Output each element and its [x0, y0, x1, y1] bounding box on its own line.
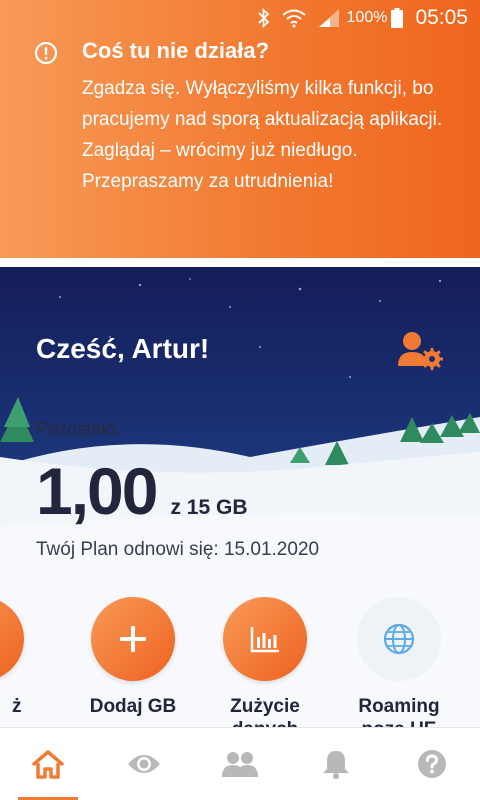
bottom-navigation — [0, 727, 480, 800]
quick-actions: ż Dodaj GB Zużycie danych — [0, 597, 480, 727]
nav-view[interactable] — [96, 728, 192, 800]
clock: 05:05 — [415, 6, 468, 29]
plan-summary-card: Cześć, Artur! Pozostało: 1,00 z 15 GB Tw… — [0, 267, 480, 727]
action-partial[interactable]: ż — [0, 597, 42, 718]
action-label: ż — [12, 696, 22, 717]
data-usage-button[interactable]: Zużycie danych — [205, 597, 325, 727]
bar-chart-icon — [250, 627, 279, 653]
bluetooth-icon — [257, 8, 271, 28]
status-bar: 100% 05:05 — [0, 0, 480, 36]
eye-icon — [128, 755, 160, 773]
remaining-label: Pozostało: — [36, 419, 121, 439]
roaming-button[interactable]: Roaming poza UE — [339, 597, 459, 727]
partial-action-icon — [0, 597, 24, 681]
nav-home[interactable] — [0, 728, 96, 800]
user-settings-icon — [398, 332, 443, 370]
alert-circle-icon — [34, 41, 58, 65]
home-icon — [32, 750, 64, 779]
action-label: Dodaj GB — [89, 696, 177, 717]
banner-body: Zgadza się. Wyłączyliśmy kilka funkcji, … — [82, 78, 443, 192]
nav-users[interactable] — [192, 728, 288, 800]
signal-icon — [317, 8, 341, 28]
nav-help[interactable] — [384, 728, 480, 800]
battery-percent: 100% — [346, 9, 388, 26]
data-total: z 15 GB — [170, 496, 248, 519]
profile-settings-button[interactable] — [396, 330, 446, 374]
nav-notifications[interactable] — [288, 728, 384, 800]
data-remaining-value: 1,00 — [36, 454, 158, 528]
users-icon — [222, 752, 258, 777]
battery-icon — [391, 8, 404, 28]
plan-renew-date: Twój Plan odnowi się: 15.01.2020 — [36, 539, 320, 560]
divider — [0, 258, 480, 267]
help-icon — [418, 750, 446, 778]
maintenance-banner: Coś tu nie działa? Zgadza się. Wyłączyli… — [0, 0, 480, 258]
plus-icon — [120, 626, 146, 652]
banner-title: Coś tu nie działa? — [82, 38, 270, 63]
action-label: Roaming poza UE — [358, 696, 440, 727]
greeting: Cześć, Artur! — [36, 333, 210, 364]
action-label: Zużycie danych — [230, 696, 300, 727]
globe-icon — [383, 623, 415, 655]
wifi-icon — [281, 8, 307, 28]
add-gb-button[interactable]: Dodaj GB — [73, 597, 193, 718]
bell-icon — [323, 751, 349, 779]
data-amount: 1,00 z 15 GB — [36, 453, 248, 529]
